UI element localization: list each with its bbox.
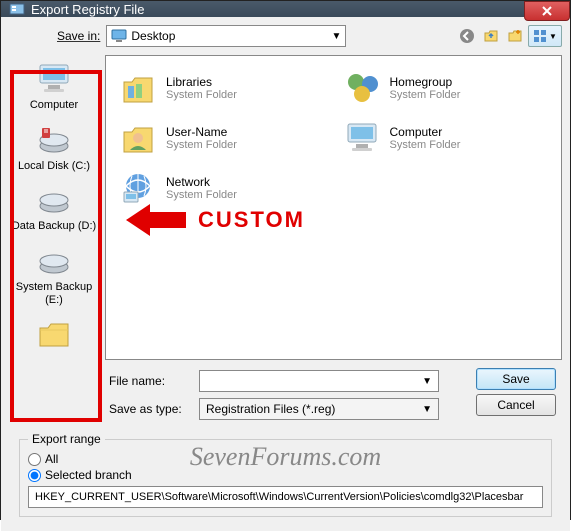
computer-icon (342, 118, 382, 158)
save-in-row: Save in: Desktop ▼ ▼ (9, 23, 562, 51)
homegroup-icon (342, 68, 382, 108)
user-icon (118, 118, 158, 158)
item-sub: System Folder (166, 89, 237, 101)
branch-path-input[interactable] (28, 486, 543, 508)
savetype-value: Registration Files (*.reg) (206, 402, 335, 416)
view-icon (533, 29, 547, 43)
item-sub: System Folder (166, 139, 237, 151)
custom-text: CUSTOM (198, 207, 305, 233)
desktop-icon (111, 28, 127, 44)
filename-area: File name: ▼ Save as type: Registration … (9, 364, 562, 424)
places-label: Data Backup (D:) (12, 220, 96, 233)
cancel-button[interactable]: Cancel (476, 394, 556, 416)
disk-icon (36, 243, 72, 279)
folder-icon (36, 316, 72, 352)
folder-up-icon (483, 28, 499, 44)
item-name: Network (166, 175, 237, 189)
list-item[interactable]: NetworkSystem Folder (116, 166, 328, 210)
file-listing[interactable]: LibrariesSystem Folder HomegroupSystem F… (105, 55, 562, 360)
export-range-legend: Export range (28, 432, 105, 446)
titlebar[interactable]: Export Registry File (1, 1, 570, 17)
places-item-system-backup-e[interactable]: System Backup (E:) (11, 241, 97, 308)
save-in-label: Save in: (57, 29, 100, 43)
savetype-combo[interactable]: Registration Files (*.reg) ▼ (199, 398, 439, 420)
dialog-content: Save in: Desktop ▼ ▼ Computer (1, 17, 570, 531)
filename-label: File name: (109, 374, 189, 388)
regedit-icon (9, 1, 25, 17)
export-range-group: Export range All Selected branch (9, 428, 562, 523)
item-name: User-Name (166, 125, 237, 139)
disk-icon (36, 122, 72, 158)
libraries-icon (118, 68, 158, 108)
radio-selected[interactable] (28, 469, 41, 482)
item-sub: System Folder (390, 139, 461, 151)
radio-all[interactable] (28, 453, 41, 466)
back-button[interactable] (456, 25, 478, 47)
chevron-down-icon: ▼ (422, 376, 432, 387)
window-title: Export Registry File (31, 2, 144, 17)
places-label: Computer (30, 99, 78, 112)
list-item[interactable]: ComputerSystem Folder (340, 116, 552, 160)
places-bar: Computer Local Disk (C:) Data Backup (D:… (9, 55, 99, 360)
places-item-folder[interactable] (11, 314, 97, 356)
filename-input[interactable]: ▼ (199, 370, 439, 392)
up-button[interactable] (480, 25, 502, 47)
chevron-down-icon: ▼ (549, 32, 557, 41)
list-item[interactable]: HomegroupSystem Folder (340, 66, 552, 110)
computer-icon (36, 61, 72, 97)
list-item[interactable]: User-NameSystem Folder (116, 116, 328, 160)
chevron-down-icon: ▼ (331, 31, 341, 42)
save-in-value: Desktop (131, 29, 175, 43)
network-icon (118, 168, 158, 208)
places-label: Local Disk (C:) (18, 160, 90, 173)
radio-selected-text: Selected branch (45, 468, 132, 482)
item-sub: System Folder (166, 189, 237, 201)
places-item-data-backup-d[interactable]: Data Backup (D:) (11, 180, 97, 235)
save-button[interactable]: Save (476, 368, 556, 390)
new-folder-icon (507, 28, 523, 44)
nav-toolbar: ▼ (456, 25, 562, 47)
new-folder-button[interactable] (504, 25, 526, 47)
export-registry-dialog: Export Registry File Save in: Desktop ▼ … (0, 0, 571, 520)
list-item[interactable]: LibrariesSystem Folder (116, 66, 328, 110)
places-item-local-disk-c[interactable]: Local Disk (C:) (11, 120, 97, 175)
radio-all-label[interactable]: All (28, 452, 543, 466)
save-in-combo[interactable]: Desktop ▼ (106, 25, 346, 47)
main-area: Computer Local Disk (C:) Data Backup (D:… (9, 55, 562, 360)
radio-all-text: All (45, 452, 58, 466)
savetype-label: Save as type: (109, 402, 189, 416)
chevron-down-icon: ▼ (422, 404, 432, 415)
close-icon (541, 5, 553, 17)
view-button[interactable]: ▼ (528, 25, 562, 47)
item-name: Computer (390, 125, 461, 139)
item-name: Homegroup (390, 75, 461, 89)
radio-selected-label[interactable]: Selected branch (28, 468, 543, 482)
item-name: Libraries (166, 75, 237, 89)
places-label: System Backup (E:) (11, 281, 97, 306)
back-icon (459, 28, 475, 44)
close-button[interactable] (524, 1, 570, 21)
places-item-computer[interactable]: Computer (11, 59, 97, 114)
disk-icon (36, 182, 72, 218)
item-sub: System Folder (390, 89, 461, 101)
